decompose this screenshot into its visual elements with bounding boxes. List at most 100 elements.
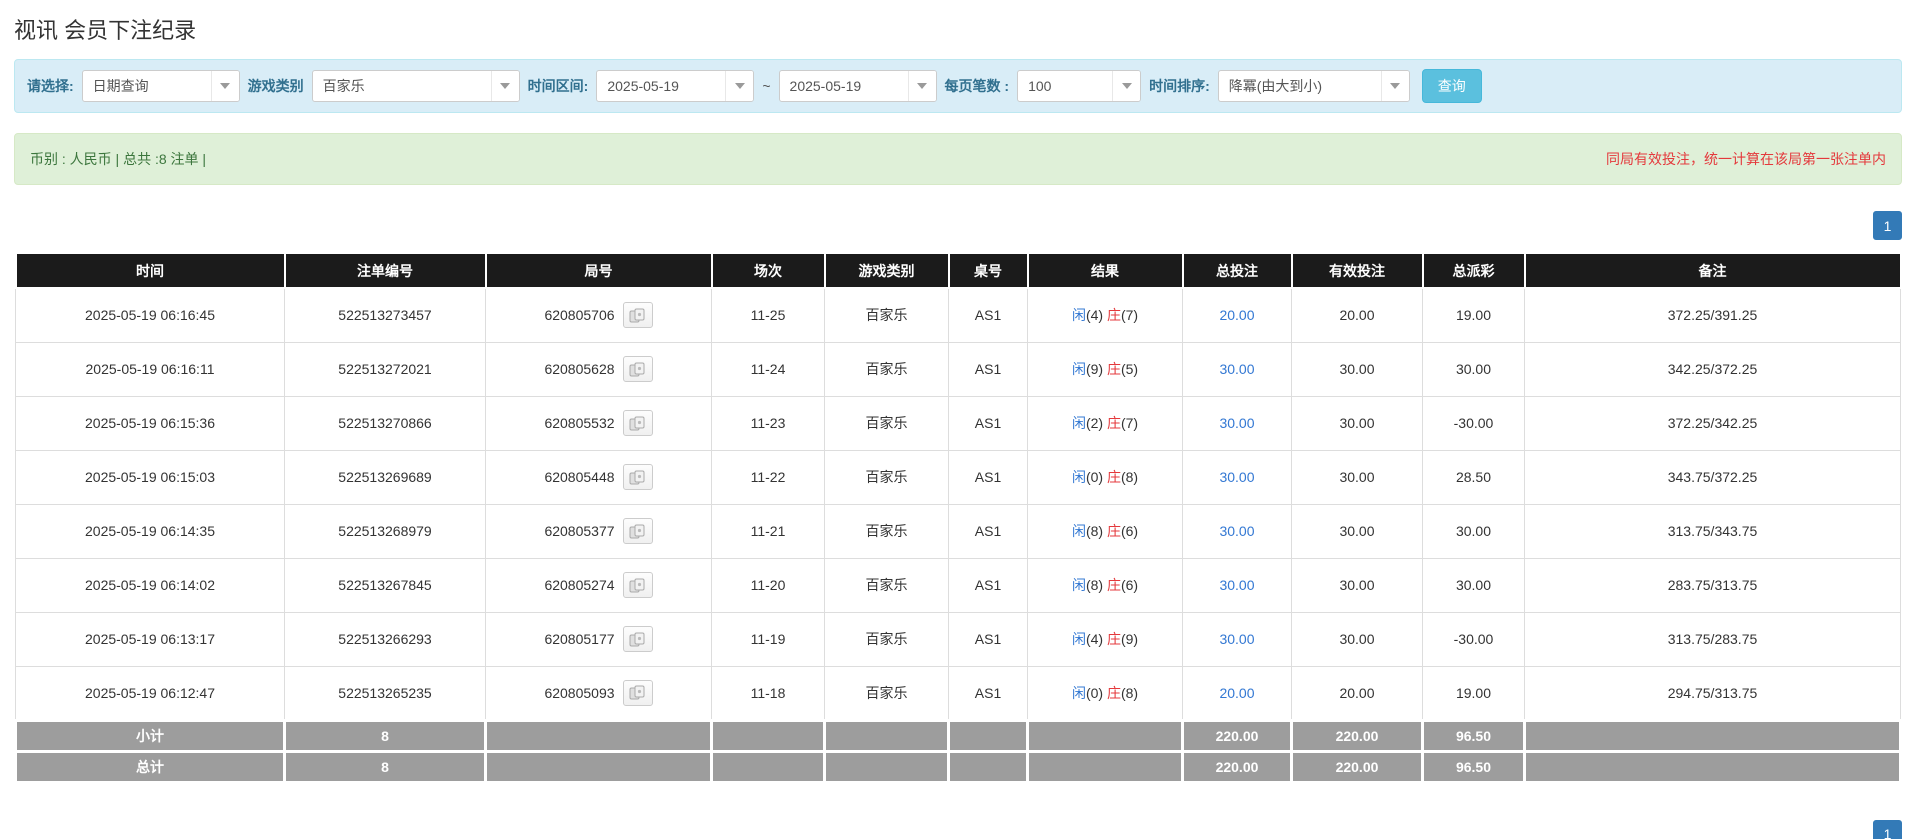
subtotal-row-empty xyxy=(1026,718,1184,753)
result-banker-score: (8) xyxy=(1120,684,1139,701)
date-range-tilde: ~ xyxy=(762,78,771,94)
cards-icon xyxy=(629,524,645,538)
cell-valid-bet: 30.00 xyxy=(1291,611,1423,667)
game-type-caret-button[interactable] xyxy=(490,71,519,101)
cell-table-no: AS1 xyxy=(948,449,1028,505)
currency-summary-bar: 币别 : 人民币 | 总共 :8 注单 | 同局有效投注，统一计算在该局第一张注… xyxy=(14,133,1902,185)
subtotal-row-total-bet: 220.00 xyxy=(1181,718,1293,753)
round-id-value: 620805274 xyxy=(544,577,615,593)
round-detail-button[interactable] xyxy=(622,626,653,652)
result-player-score: (8) xyxy=(1085,577,1107,593)
cell-round-id: 620805274 xyxy=(485,557,712,613)
total-bet-link[interactable]: 30.00 xyxy=(1219,631,1254,647)
sort-order-select[interactable]: 降冪(由大到小) xyxy=(1217,70,1410,102)
subtotal-row-empty xyxy=(1523,718,1902,753)
currency-summary-text: 币别 : 人民币 | 总共 :8 注单 | xyxy=(30,151,207,167)
sort-order-value: 降冪(由大到小) xyxy=(1228,78,1323,94)
round-id-value: 620805177 xyxy=(544,631,615,647)
pagination-page-1[interactable]: 1 xyxy=(1873,819,1902,839)
cell-game-type: 百家乐 xyxy=(824,665,949,721)
round-detail-button[interactable] xyxy=(622,356,653,382)
result-player-score: (0) xyxy=(1085,469,1107,485)
total-row-empty xyxy=(484,749,713,784)
select-type-label: 请选择: xyxy=(27,78,74,94)
valid-bet-warning-text: 同局有效投注，统一计算在该局第一张注单内 xyxy=(1606,151,1886,167)
date-from-caret-button[interactable] xyxy=(725,71,754,101)
pagination-page-1[interactable]: 1 xyxy=(1873,211,1902,240)
round-id-wrap: 620805274 xyxy=(492,572,705,598)
cell-time: 2025-05-19 06:13:17 xyxy=(15,611,285,667)
cell-result: 闲(0) 庄(8) xyxy=(1027,449,1183,505)
cell-total-bet: 30.00 xyxy=(1182,341,1292,397)
total-bet-link[interactable]: 30.00 xyxy=(1219,469,1254,485)
cell-table-no: AS1 xyxy=(948,395,1028,451)
pagination-top: 1 xyxy=(14,211,1902,240)
result-player-label: 闲 xyxy=(1071,307,1086,324)
subtotal-row-empty xyxy=(484,718,713,753)
round-detail-button[interactable] xyxy=(622,679,653,706)
cell-table-no: AS1 xyxy=(948,503,1028,559)
cell-note: 372.25/391.25 xyxy=(1524,287,1901,343)
table-row[interactable]: 2025-05-19 06:16:11 522513272021 620805628… xyxy=(15,341,1901,397)
cell-valid-bet: 20.00 xyxy=(1291,287,1423,343)
round-detail-button[interactable] xyxy=(622,410,653,436)
cell-game-type: 百家乐 xyxy=(824,449,949,505)
query-type-select[interactable]: 日期查询 xyxy=(81,70,240,102)
table-row[interactable]: 2025-05-19 06:12:47 522513265235 620805093… xyxy=(15,665,1901,721)
round-id-wrap: 620805093 xyxy=(492,679,705,706)
result-banker-label: 庄 xyxy=(1106,361,1121,377)
sort-order-caret-button[interactable] xyxy=(1380,71,1409,101)
cell-session: 11-21 xyxy=(711,503,825,559)
cell-round-id: 620805093 xyxy=(485,665,712,721)
total-bet-link[interactable]: 20.00 xyxy=(1219,307,1254,323)
cell-total-payout: -30.00 xyxy=(1422,611,1525,667)
cell-result: 闲(4) 庄(9) xyxy=(1027,611,1183,667)
page-size-select[interactable]: 100 xyxy=(1017,70,1142,102)
total-bet-link[interactable]: 20.00 xyxy=(1219,685,1254,701)
col-round-id: 局号 xyxy=(484,252,713,289)
table-row[interactable]: 2025-05-19 06:16:45 522513273457 620805706… xyxy=(15,287,1901,343)
round-detail-button[interactable] xyxy=(622,518,653,544)
total-row-payout: 96.50 xyxy=(1421,749,1526,784)
total-bet-link[interactable]: 30.00 xyxy=(1219,577,1254,593)
result-player-label: 闲 xyxy=(1071,415,1086,431)
date-from-input[interactable]: 2025-05-19 xyxy=(596,70,755,102)
date-to-caret-button[interactable] xyxy=(907,71,936,101)
round-detail-button[interactable] xyxy=(622,302,653,329)
result-banker-label: 庄 xyxy=(1106,577,1121,593)
cell-time: 2025-05-19 06:16:11 xyxy=(15,341,285,397)
search-button[interactable]: 查询 xyxy=(1421,69,1482,103)
result-player-score: (9) xyxy=(1085,361,1107,377)
table-row[interactable]: 2025-05-19 06:14:35 522513268979 620805377… xyxy=(15,503,1901,559)
cell-round-id: 620805177 xyxy=(485,611,712,667)
cell-round-id: 620805532 xyxy=(485,395,712,451)
round-detail-button[interactable] xyxy=(622,464,653,490)
result-banker-score: (9) xyxy=(1120,631,1139,647)
col-note: 备注 xyxy=(1523,252,1902,289)
total-bet-link[interactable]: 30.00 xyxy=(1219,361,1254,377)
cell-total-payout: 30.00 xyxy=(1422,557,1525,613)
cell-time: 2025-05-19 06:15:36 xyxy=(15,395,285,451)
pagination-bottom: 1 xyxy=(14,819,1902,839)
table-row[interactable]: 2025-05-19 06:14:02 522513267845 620805274… xyxy=(15,557,1901,613)
total-bet-link[interactable]: 30.00 xyxy=(1219,523,1254,539)
sort-order-label: 时间排序: xyxy=(1149,78,1210,94)
total-row-empty xyxy=(710,749,826,784)
table-row[interactable]: 2025-05-19 06:15:36 522513270866 620805532… xyxy=(15,395,1901,451)
table-row[interactable]: 2025-05-19 06:15:03 522513269689 620805448… xyxy=(15,449,1901,505)
cell-result: 闲(9) 庄(5) xyxy=(1027,341,1183,397)
game-type-select[interactable]: 百家乐 xyxy=(311,70,520,102)
query-type-value: 日期查询 xyxy=(92,78,149,94)
date-to-input[interactable]: 2025-05-19 xyxy=(778,70,937,102)
date-to-value: 2025-05-19 xyxy=(789,78,862,94)
result-player-label: 闲 xyxy=(1071,469,1086,485)
page-size-caret-button[interactable] xyxy=(1112,71,1141,101)
result-banker-score: (6) xyxy=(1120,523,1139,539)
table-row[interactable]: 2025-05-19 06:13:17 522513266293 620805177… xyxy=(15,611,1901,667)
query-type-caret-button[interactable] xyxy=(210,71,239,101)
result-banker-score: (7) xyxy=(1120,307,1139,324)
round-detail-button[interactable] xyxy=(622,572,653,598)
cell-total-payout: 30.00 xyxy=(1422,503,1525,559)
total-bet-link[interactable]: 30.00 xyxy=(1219,415,1254,431)
result-player-score: (4) xyxy=(1085,307,1107,324)
